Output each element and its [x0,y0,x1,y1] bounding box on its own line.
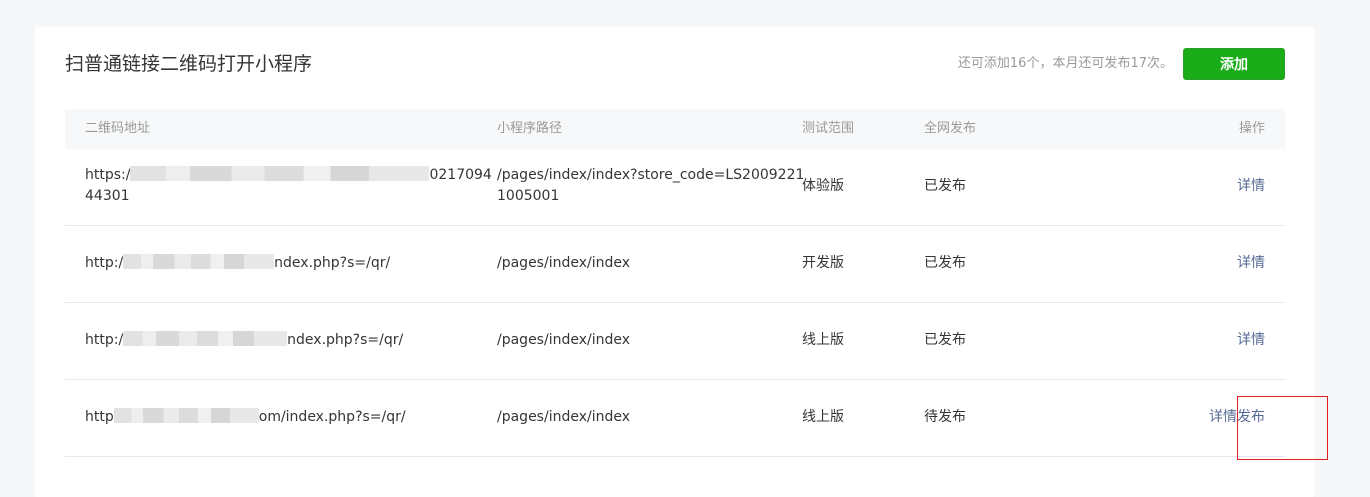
col-qr-address: 二维码地址 [85,121,151,136]
qr-address-cell: http om/index.php?s=/qr/ [85,408,406,425]
path-cell: /pages/index/index [497,409,631,425]
add-button[interactable]: 添加 [1183,48,1285,80]
scope-cell: 线上版 [802,409,844,425]
redacted-block [113,408,259,423]
detail-link[interactable]: 详情 [1237,255,1265,271]
scope-cell: 体验版 [802,178,844,194]
publish-status-cell: 待发布 [924,409,966,425]
quota-text: 还可添加16个，本月还可发布17次。 [957,56,1173,71]
actions-cell: 详情 [1237,330,1265,351]
publish-status-cell: 已发布 [924,255,966,271]
qr-address-cell: http:/ndex.php?s=/qr/ [85,254,391,271]
redacted-block [130,166,430,181]
col-mini-program-path: 小程序路径 [497,121,563,136]
actions-cell: 详情 [1237,176,1265,197]
qr-address-cell: http:/ndex.php?s=/qr/ [85,331,404,348]
redacted-block [123,331,288,346]
publish-link[interactable]: 发布 [1237,409,1265,425]
detail-link[interactable]: 详情 [1209,409,1237,425]
page-title: 扫普通链接二维码打开小程序 [65,53,313,75]
publish-status-cell: 已发布 [924,178,966,194]
path-cell: /pages/index/index [497,332,631,348]
publish-status-cell: 已发布 [924,332,966,348]
col-actions: 操作 [1238,121,1265,136]
col-test-scope: 测试范围 [802,121,855,136]
qr-rules-card: 扫普通链接二维码打开小程序 还可添加16个，本月还可发布17次。 添加 二维码地… [35,27,1314,497]
qr-address-cell: https:/0217094 44301 [85,166,492,204]
scope-cell: 线上版 [802,332,844,348]
table-row: http:/ndex.php?s=/qr/ /pages/index/index… [65,303,1285,380]
table-row: http om/index.php?s=/qr/ /pages/index/ind… [65,380,1285,457]
detail-link[interactable]: 详情 [1237,332,1265,348]
redacted-block [123,254,275,269]
path-cell: /pages/index/index?store_code=LS2009221 … [497,167,805,204]
detail-link[interactable]: 详情 [1237,178,1265,194]
table-row: https:/0217094 44301 /pages/index/index?… [65,149,1285,226]
col-publish-status: 全网发布 [924,121,977,136]
scope-cell: 开发版 [802,255,844,271]
path-cell: /pages/index/index [497,255,631,271]
table-header: 二维码地址 小程序路径 测试范围 全网发布 操作 [65,109,1285,149]
table-row: http:/ndex.php?s=/qr/ /pages/index/index… [65,226,1285,303]
actions-cell: 详情发布 [1209,407,1265,428]
actions-cell: 详情 [1237,253,1265,274]
qr-rules-table: 二维码地址 小程序路径 测试范围 全网发布 操作 https:/0217094 … [65,109,1285,457]
